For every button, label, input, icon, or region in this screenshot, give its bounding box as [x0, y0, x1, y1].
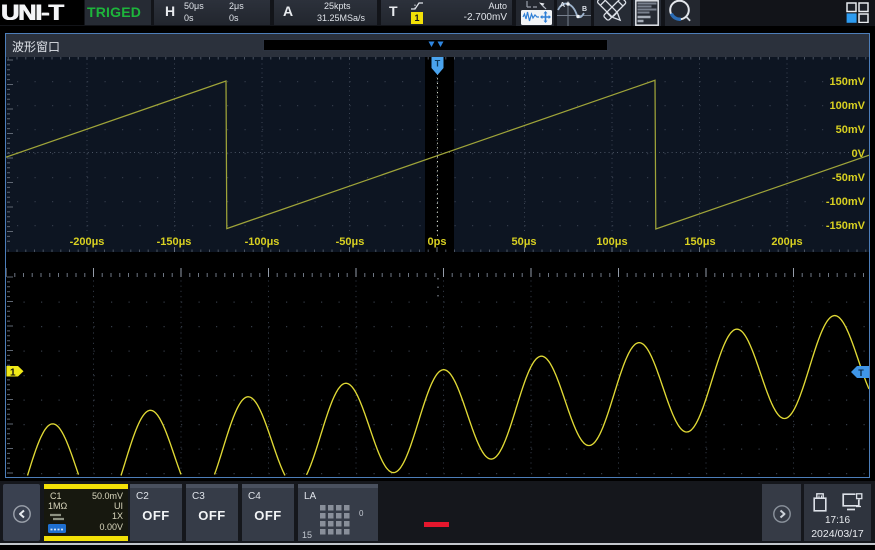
svg-text:150μs: 150μs: [684, 236, 715, 248]
svg-text:200μs: 200μs: [771, 236, 802, 248]
svg-text:A: A: [560, 2, 565, 9]
svg-text:-50mV: -50mV: [832, 172, 866, 184]
svg-text:-150mV: -150mV: [826, 220, 866, 232]
svg-text:0ps: 0ps: [428, 236, 447, 248]
svg-text:T: T: [435, 59, 441, 69]
svg-text:-150μs: -150μs: [157, 236, 192, 248]
svg-text:100μs: 100μs: [596, 236, 627, 248]
svg-text:-200μs: -200μs: [70, 236, 105, 248]
svg-text:150mV: 150mV: [830, 76, 866, 88]
svg-text:100mV: 100mV: [830, 100, 866, 112]
svg-text:50mV: 50mV: [836, 124, 866, 136]
svg-text:B: B: [582, 6, 587, 13]
svg-text:1: 1: [10, 368, 16, 379]
svg-text:-100μs: -100μs: [245, 236, 280, 248]
svg-text:-50μs: -50μs: [336, 236, 365, 248]
svg-text:-100mV: -100mV: [826, 196, 866, 208]
svg-text:T: T: [858, 368, 864, 378]
svg-text:0V: 0V: [852, 148, 866, 160]
svg-text:50μs: 50μs: [511, 236, 536, 248]
